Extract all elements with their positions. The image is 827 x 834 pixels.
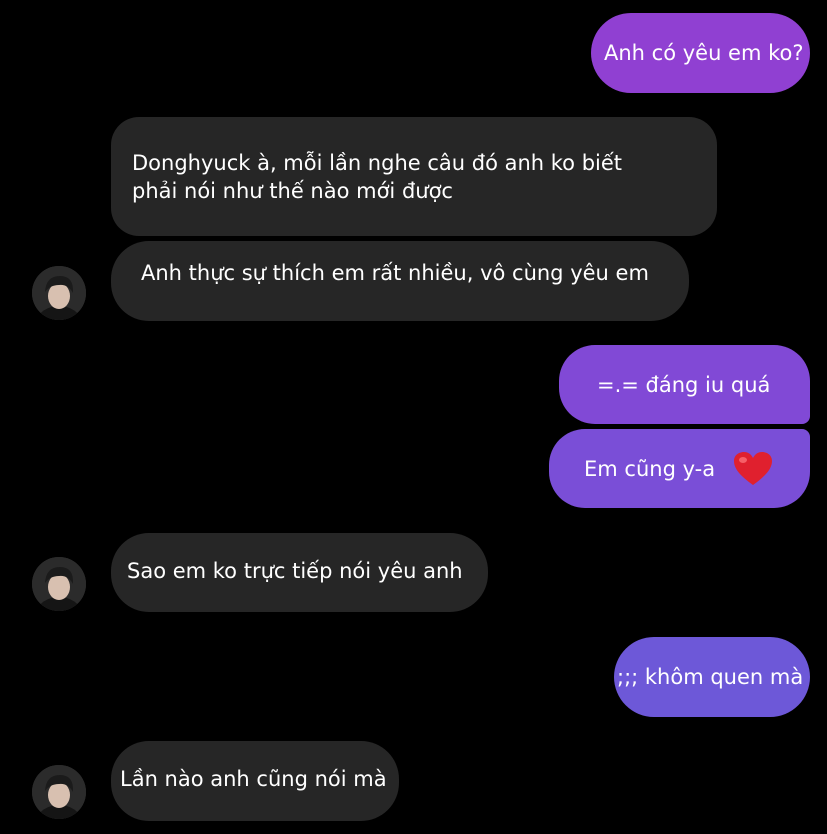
message-text: ;;; khôm quen mà xyxy=(617,665,804,689)
person-photo-icon xyxy=(32,557,86,611)
message-bubble-incoming[interactable]: Lần nào anh cũng nói mà xyxy=(111,741,399,821)
message-text: Lần nào anh cũng nói mà xyxy=(120,767,387,791)
message-text-line: phải nói như thế nào mới được xyxy=(132,178,453,203)
avatar[interactable] xyxy=(32,266,86,320)
message-text: =.= đáng iu quá xyxy=(597,372,771,397)
message-text: Sao em ko trực tiếp nói yêu anh xyxy=(127,559,463,583)
message-bubble-incoming[interactable]: Sao em ko trực tiếp nói yêu anh xyxy=(111,533,488,612)
avatar[interactable] xyxy=(32,765,86,819)
heart-emoji-icon xyxy=(733,451,773,487)
message-text: Em cũng y-a xyxy=(584,456,716,481)
message-bubble-outgoing[interactable]: Anh có yêu em ko? xyxy=(591,13,810,93)
person-photo-icon xyxy=(32,266,86,320)
message-text-line: Donghyuck à, mỗi lần nghe câu đó anh ko … xyxy=(132,150,623,175)
message-bubble-outgoing[interactable]: =.= đáng iu quá xyxy=(559,345,810,424)
message-text: Anh có yêu em ko? xyxy=(604,41,804,65)
person-photo-icon xyxy=(32,765,86,819)
message-bubble-incoming[interactable]: Anh thực sự thích em rất nhiều, vô cùng … xyxy=(111,241,689,321)
message-text: Anh thực sự thích em rất nhiều, vô cùng … xyxy=(141,261,649,285)
message-bubble-outgoing[interactable]: Em cũng y-a xyxy=(549,429,810,508)
avatar[interactable] xyxy=(32,557,86,611)
message-bubble-incoming[interactable]: Donghyuck à, mỗi lần nghe câu đó anh ko … xyxy=(111,117,717,236)
message-bubble-outgoing[interactable]: ;;; khôm quen mà xyxy=(614,637,810,717)
